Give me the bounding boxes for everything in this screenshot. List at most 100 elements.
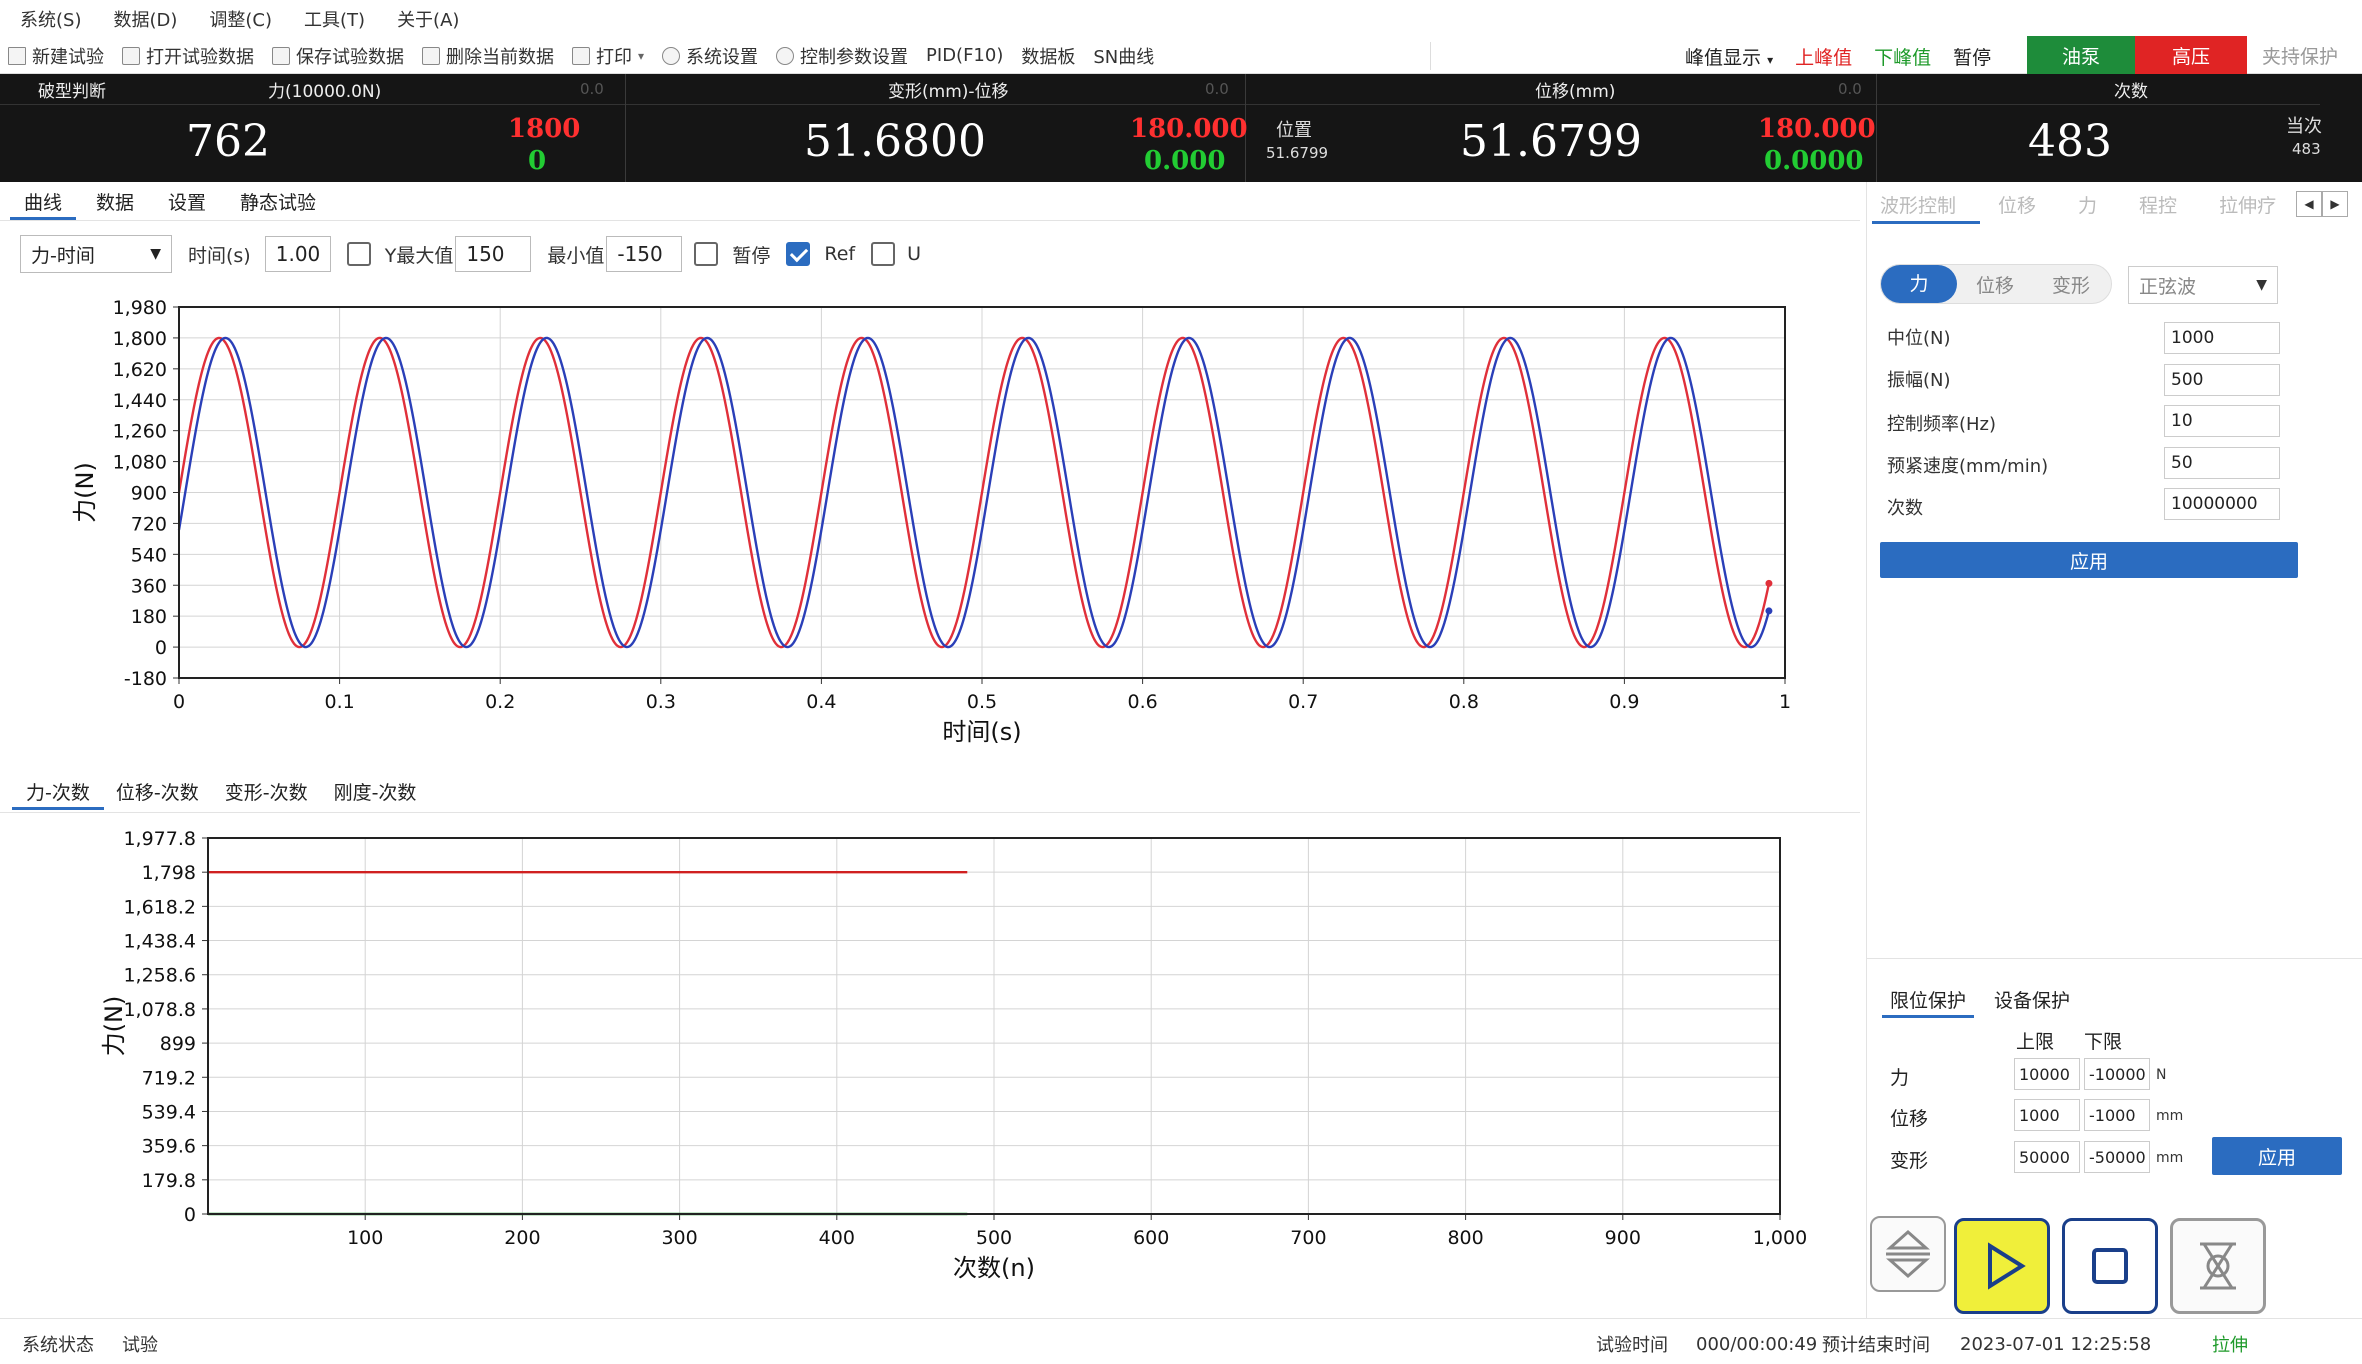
- right-panel-tabs: 波形控制 位移 力 程控 拉伸疗: [1880, 186, 2318, 222]
- y-tick-label: 719.2: [142, 1067, 196, 1089]
- chevron-down-icon: ▾: [638, 48, 645, 63]
- position-value: 51.6799: [1266, 144, 1329, 162]
- mode-force[interactable]: 力: [1881, 265, 1957, 303]
- deform-upper-limit-input[interactable]: 50000: [2014, 1141, 2080, 1173]
- pause-checkbox[interactable]: [694, 242, 719, 266]
- meter-separator: [1876, 74, 1877, 182]
- tab-settings[interactable]: 设置: [168, 182, 206, 220]
- x-tick-label: 800: [1447, 1227, 1483, 1249]
- save-data-button[interactable]: 保存试验数据: [272, 43, 404, 69]
- tab-force-count[interactable]: 力-次数: [12, 772, 104, 810]
- curve-type-select[interactable]: 力-时间 ▼: [20, 235, 172, 273]
- disp-upper-limit-input[interactable]: 1000: [2014, 1099, 2080, 1131]
- breakage-label: 破型判断: [38, 81, 106, 102]
- upper-peak-toggle[interactable]: 上峰值: [1795, 43, 1852, 70]
- pause-label: 暂停: [732, 244, 771, 267]
- tab-program[interactable]: 程控: [2139, 191, 2177, 218]
- save-data-label: 保存试验数据: [296, 46, 404, 68]
- ymin-input[interactable]: -150: [606, 236, 683, 272]
- ref-checkbox[interactable]: [786, 242, 811, 266]
- peak-display-dropdown[interactable]: 峰值显示 ▾: [1685, 43, 1773, 70]
- ymax-checkbox[interactable]: [346, 242, 371, 266]
- wave-apply-button[interactable]: 应用: [1880, 542, 2298, 578]
- mode-deformation[interactable]: 变形: [2033, 271, 2109, 298]
- jog-button[interactable]: [1870, 1216, 1946, 1292]
- peak-tools: 峰值显示 ▾ 上峰值 下峰值 暂停: [1685, 38, 2013, 74]
- new-test-button[interactable]: 新建试验: [8, 43, 104, 69]
- main-tabs: 曲线 数据 设置 静态试验: [9, 182, 350, 220]
- tab-deform-count[interactable]: 变形-次数: [225, 772, 308, 810]
- x-tick-label: 0.3: [646, 691, 676, 713]
- print-button[interactable]: 打印 ▾: [572, 43, 644, 69]
- limit-apply-button[interactable]: 应用: [2212, 1137, 2342, 1175]
- force-header: 力(10000.0N): [268, 81, 382, 102]
- y-tick-label: 0: [155, 637, 167, 659]
- force-upper-limit-input[interactable]: 10000: [2014, 1058, 2080, 1090]
- x-tick-label: 600: [1133, 1227, 1169, 1249]
- u-checkbox[interactable]: [871, 242, 896, 266]
- scroll-right-icon[interactable]: ▶: [2322, 191, 2348, 217]
- param-label-amplitude: 振幅(N): [1887, 370, 1951, 391]
- high-pressure-button[interactable]: 高压: [2135, 36, 2247, 74]
- delete-data-button[interactable]: 删除当前数据: [422, 43, 554, 69]
- scroll-left-icon[interactable]: ◀: [2296, 191, 2322, 217]
- menu-tools[interactable]: 工具(T): [304, 6, 365, 32]
- menu-about[interactable]: 关于(A): [397, 6, 459, 32]
- pause-toggle[interactable]: 暂停: [1953, 43, 1991, 70]
- chevron-down-icon: ▼: [2256, 277, 2267, 293]
- stop-button[interactable]: [2062, 1218, 2158, 1314]
- hold-button[interactable]: [2170, 1218, 2266, 1314]
- tab-tensile[interactable]: 拉伸疗: [2219, 191, 2276, 218]
- eta-label: 预计结束时间: [1822, 1335, 1930, 1356]
- tab-wave-control[interactable]: 波形控制: [1880, 191, 1956, 218]
- current-count-label: 当次: [2286, 116, 2322, 137]
- system-settings-button[interactable]: 系统设置: [662, 43, 758, 69]
- open-data-button[interactable]: 打开试验数据: [122, 43, 254, 69]
- tab-stiffness-count[interactable]: 刚度-次数: [334, 772, 417, 810]
- tab-limit-protect[interactable]: 限位保护: [1881, 980, 1975, 1018]
- deform-lower-limit-input[interactable]: -50000: [2084, 1141, 2150, 1173]
- start-button[interactable]: [1954, 1218, 2050, 1314]
- control-params-button[interactable]: 控制参数设置: [776, 43, 908, 69]
- y-tick-label: 1,440: [113, 390, 167, 412]
- y-tick-label: 1,977.8: [123, 828, 196, 850]
- data-board-button[interactable]: 数据板: [1021, 43, 1075, 69]
- active-tab-indicator: [1872, 221, 1980, 224]
- tab-displacement[interactable]: 位移: [1998, 191, 2036, 218]
- mode-displacement[interactable]: 位移: [1957, 271, 2033, 298]
- system-settings-label: 系统设置: [686, 46, 759, 68]
- menu-system[interactable]: 系统(S): [20, 6, 81, 32]
- pid-button[interactable]: PID(F10): [926, 45, 1003, 66]
- sn-curve-button[interactable]: SN曲线: [1093, 43, 1154, 69]
- test-time-label: 试验时间: [1596, 1335, 1668, 1356]
- control-params-label: 控制参数设置: [800, 46, 909, 68]
- tab-device-protect[interactable]: 设备保护: [1994, 980, 2070, 1018]
- param-input-amplitude[interactable]: 500: [2164, 364, 2280, 396]
- tab-data[interactable]: 数据: [96, 182, 134, 220]
- disp-lower-limit-input[interactable]: -1000: [2084, 1099, 2150, 1131]
- lower-peak-toggle[interactable]: 下峰值: [1874, 43, 1931, 70]
- delete-icon: [422, 46, 440, 65]
- waveform-select[interactable]: 正弦波 ▼: [2128, 266, 2278, 304]
- tab-disp-count[interactable]: 位移-次数: [116, 772, 199, 810]
- play-icon: [1988, 1242, 2026, 1290]
- menu-data[interactable]: 数据(D): [113, 6, 177, 32]
- series-end-point-1: [1765, 607, 1773, 615]
- time-input[interactable]: 1.00: [264, 236, 331, 272]
- param-input-mean[interactable]: 1000: [2164, 322, 2280, 354]
- control-params-icon: [776, 46, 795, 65]
- param-input-frequency[interactable]: 10: [2164, 405, 2280, 437]
- deform-lower-peak: 0.000: [1144, 146, 1226, 176]
- param-input-cycles[interactable]: 10000000: [2164, 488, 2280, 520]
- tab-force[interactable]: 力: [2078, 191, 2097, 218]
- meter-divider: [0, 104, 2320, 105]
- clamp-protect-toggle[interactable]: 夹持保护: [2262, 36, 2338, 74]
- param-input-preload-speed[interactable]: 50: [2164, 447, 2280, 479]
- oil-pump-button[interactable]: 油泵: [2027, 36, 2135, 74]
- tab-curve[interactable]: 曲线: [9, 182, 77, 220]
- count-header: 次数: [2114, 81, 2148, 102]
- ymax-input[interactable]: 150: [455, 236, 532, 272]
- tab-static-test[interactable]: 静态试验: [240, 182, 316, 220]
- force-lower-limit-input[interactable]: -10000: [2084, 1058, 2150, 1090]
- menu-adjust[interactable]: 调整(C): [209, 6, 272, 32]
